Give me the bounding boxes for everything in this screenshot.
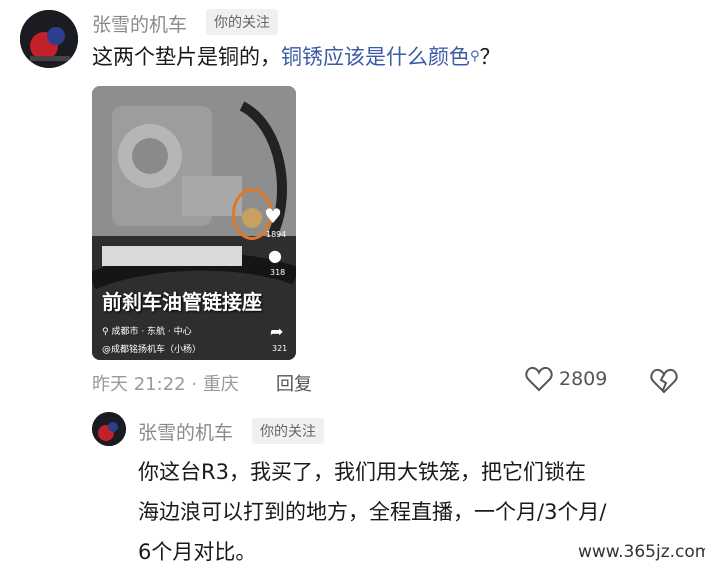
video-like-count: 1894 — [266, 230, 287, 239]
meta-separator: · — [191, 374, 198, 395]
reply-avatar-image — [92, 412, 126, 446]
watermark: www.365jz.com — [574, 540, 705, 564]
video-location-text: 成都市 · 东航 · 中心 — [111, 327, 192, 337]
search-icon[interactable]: ⚲ — [470, 49, 480, 64]
reply-line-2: 海边浪可以打到的地方，全程直播，一个月/3个月/ — [138, 500, 607, 524]
comment-username[interactable]: 张雪的机车 — [92, 10, 187, 37]
reply-avatar[interactable] — [92, 412, 126, 446]
reply-username[interactable]: 张雪的机车 — [138, 418, 233, 445]
comment-meta: 昨天 21:22 · 重庆 — [92, 370, 239, 396]
video-location-tag: ⚲ 成都市 · 东航 · 中心 — [102, 324, 192, 337]
like-count: 2809 — [559, 368, 608, 390]
search-link[interactable]: 铜锈应该是什么颜色 — [281, 45, 470, 69]
reply-follow-tag: 你的关注 — [252, 418, 324, 444]
location-pin-icon: ⚲ — [102, 327, 109, 337]
share-icon[interactable]: ➦ — [270, 322, 283, 341]
reply-button[interactable]: 回复 — [276, 370, 312, 396]
video-channel: @成都铭扬机车（小杨） — [102, 345, 202, 355]
reply-line-1: 你这台R3，我买了，我们用大铁笼，把它们锁在 — [138, 460, 586, 484]
like-button[interactable]: 2809 — [525, 366, 607, 392]
avatar[interactable] — [20, 10, 78, 68]
follow-tag: 你的关注 — [206, 9, 278, 35]
comment-text-plain: 这两个垫片是铜的， — [92, 45, 281, 69]
comment-text: 这两个垫片是铜的，铜锈应该是什么颜色⚲？ — [92, 42, 501, 72]
heart-outline-icon — [525, 366, 553, 392]
comment-bubble-icon[interactable]: ● — [268, 246, 282, 265]
video-share-count: 321 — [272, 344, 288, 353]
dislike-button[interactable] — [650, 368, 678, 398]
video-caption: 前刹车油管链接座 — [102, 290, 262, 314]
video-thumbnail[interactable]: ♥ 1894 ● 318 前刹车油管链接座 ➦ 321 ⚲ 成都市 · 东航 ·… — [92, 86, 296, 360]
comment-text-end: ？ — [479, 45, 501, 69]
comment-location: 重庆 — [202, 374, 239, 395]
broken-heart-icon — [650, 368, 678, 394]
video-comment-count: 318 — [270, 268, 286, 277]
avatar-image — [20, 10, 78, 68]
heart-icon[interactable]: ♥ — [264, 204, 282, 228]
comment-time: 昨天 21:22 — [92, 374, 186, 395]
